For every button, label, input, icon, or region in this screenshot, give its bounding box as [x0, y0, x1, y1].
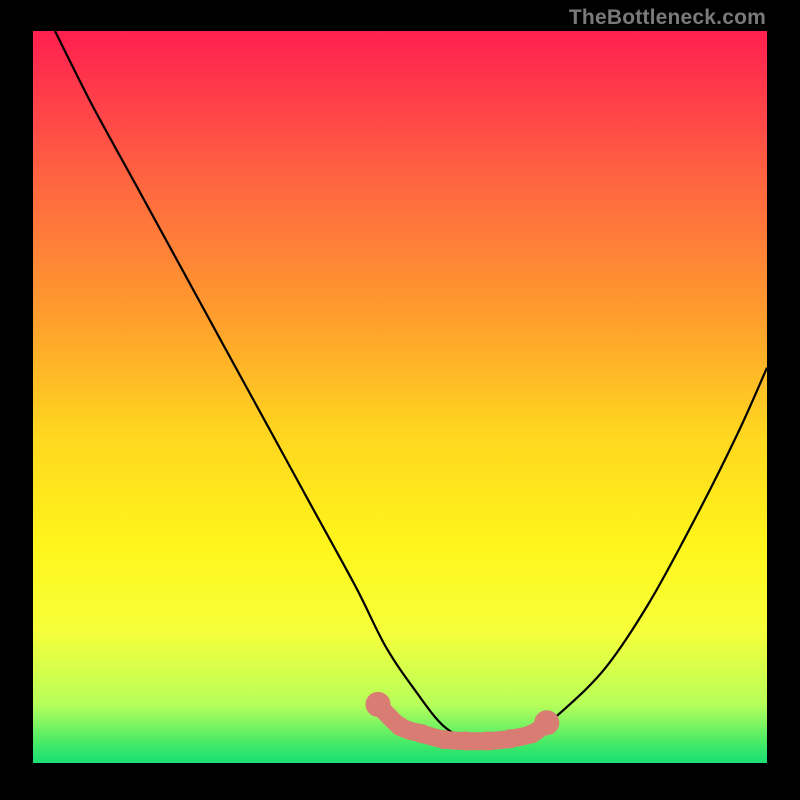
- highlight-marker: [413, 725, 431, 743]
- plot-area: [33, 31, 767, 763]
- watermark-text: TheBottleneck.com: [569, 6, 766, 30]
- curve-layer: [33, 31, 767, 763]
- highlight-marker: [479, 732, 497, 750]
- highlight-marker: [457, 732, 475, 750]
- highlight-marker: [501, 730, 519, 748]
- highlight-marker: [535, 711, 559, 735]
- highlight-markers: [366, 692, 559, 750]
- highlight-marker: [366, 692, 390, 716]
- bottleneck-curve: [55, 31, 767, 742]
- chart-frame: TheBottleneck.com: [0, 0, 800, 800]
- highlight-marker: [391, 717, 409, 735]
- highlight-marker: [435, 731, 453, 749]
